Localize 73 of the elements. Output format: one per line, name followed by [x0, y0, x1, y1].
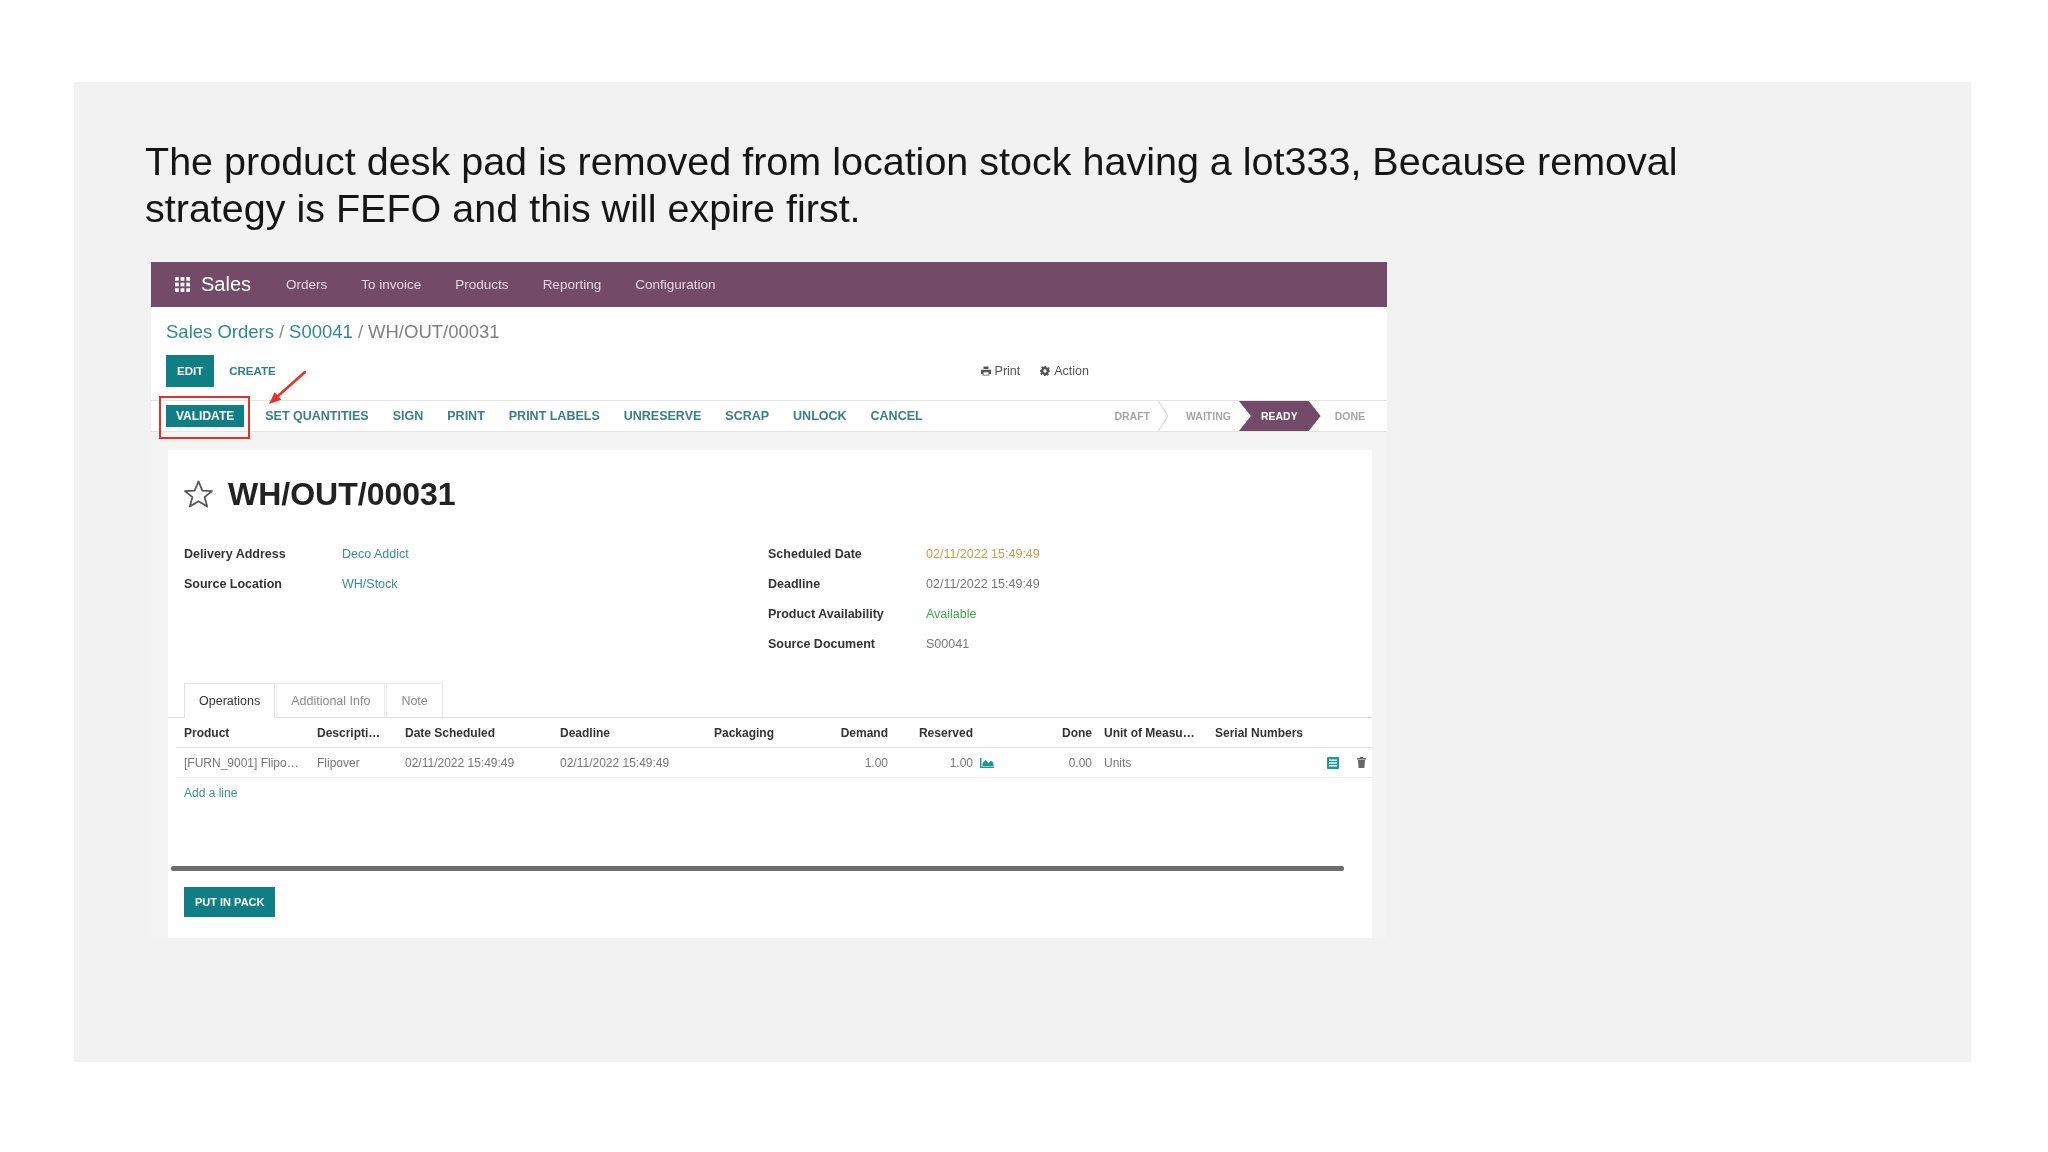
text-button[interactable]: SCRAP [713, 405, 782, 427]
table-cell: [FURN_9001] Flipo… [176, 748, 311, 778]
column-header[interactable]: Unit of Measu… [1098, 718, 1209, 748]
table-cell: 1.00 [800, 748, 894, 778]
trash-icon[interactable] [1357, 757, 1366, 768]
primary-button[interactable]: VALIDATE [166, 405, 245, 427]
text-button[interactable]: SIGN [380, 405, 436, 427]
list-icon[interactable] [1327, 756, 1339, 769]
stage-step[interactable]: WAITING [1171, 401, 1239, 431]
app-name: Sales [201, 273, 252, 296]
field-label: Source Document [768, 637, 875, 651]
add-line-link[interactable]: Add a line [184, 786, 238, 800]
text-button[interactable]: SET QUANTITIES [253, 405, 381, 427]
menu-item[interactable]: Orders [286, 277, 328, 292]
field-label: Product Availability [768, 607, 884, 621]
menu-item[interactable]: Reporting [542, 277, 602, 292]
stage-step[interactable]: DONE [1320, 401, 1371, 431]
tab[interactable]: Note [386, 683, 443, 717]
table-cell: 02/11/2022 15:49:49 [399, 748, 554, 778]
breadcrumb-link[interactable]: S00041 [289, 320, 353, 344]
stage-step[interactable]: DRAFT [1100, 401, 1172, 431]
table-cell: 02/11/2022 15:49:49 [554, 748, 708, 778]
field-label: Delivery Address [184, 547, 286, 561]
caption-text: The product desk pad is removed from location stock having a lot333, Because removal strategy is FEFO and this will expire first. [145, 138, 1679, 232]
column-header[interactable]: Date Scheduled [399, 718, 554, 748]
table-cell: 0.00 [1000, 748, 1098, 778]
column-header[interactable]: Serial Numbers [1209, 718, 1318, 748]
scrollbar[interactable] [171, 866, 1344, 871]
field-link[interactable]: WH/Stock [342, 577, 398, 591]
table-cell: Units [1098, 748, 1209, 778]
tab[interactable]: Additional Info [276, 683, 386, 717]
stage-step[interactable]: READY [1238, 401, 1321, 431]
breadcrumb-separator: / [357, 320, 364, 344]
field-link[interactable]: Deco Addict [342, 547, 409, 561]
menu-item[interactable]: Products [455, 277, 509, 292]
dropdown-button[interactable]: Print [980, 364, 1021, 378]
breadcrumb-link[interactable]: Sales Orders [166, 320, 274, 344]
menu-item[interactable]: To invoice [361, 277, 422, 292]
field-label: Scheduled Date [768, 547, 862, 561]
field-value: S00041 [926, 637, 970, 651]
column-header[interactable]: Product [176, 718, 311, 748]
gear-icon [1040, 366, 1051, 376]
text-button[interactable]: CANCEL [858, 405, 935, 427]
printer-icon [980, 366, 991, 376]
breadcrumb-current: WH/OUT/00031 [368, 320, 500, 344]
breadcrumb-separator: / [278, 320, 285, 344]
tab[interactable]: Operations [184, 683, 276, 718]
column-header[interactable]: Done [1000, 718, 1098, 748]
menu-item[interactable]: Configuration [635, 277, 716, 292]
text-button[interactable]: UNRESERVE [611, 405, 714, 427]
field-value: Available [926, 607, 977, 621]
column-header[interactable]: Packaging [708, 718, 800, 748]
text-button[interactable]: CREATE [218, 355, 287, 387]
table-cell: Flipover [311, 748, 399, 778]
column-header[interactable]: Reserved [894, 718, 1000, 748]
field-value: 02/11/2022 15:49:49 [926, 577, 1040, 591]
text-button[interactable]: PRINT LABELS [496, 405, 612, 427]
area-chart-icon[interactable] [980, 757, 994, 768]
grid-icon[interactable] [175, 277, 190, 292]
table-cell: 1.00 [949, 755, 973, 770]
primary-button[interactable]: EDIT [166, 355, 215, 387]
column-header[interactable]: Demand [800, 718, 894, 748]
primary-button[interactable]: PUT IN PACK [184, 887, 276, 917]
column-header[interactable]: Descripti… [311, 718, 399, 748]
column-header[interactable]: Deadline [554, 718, 708, 748]
record-title: WH/OUT/00031 [228, 478, 456, 510]
field-value: 02/11/2022 15:49:49 [926, 547, 1040, 561]
text-button[interactable]: UNLOCK [781, 405, 859, 427]
star-icon[interactable] [184, 480, 213, 508]
text-button[interactable]: PRINT [435, 405, 497, 427]
dropdown-button[interactable]: Action [1040, 364, 1089, 378]
field-label: Source Location [184, 577, 282, 591]
field-label: Deadline [768, 577, 821, 591]
